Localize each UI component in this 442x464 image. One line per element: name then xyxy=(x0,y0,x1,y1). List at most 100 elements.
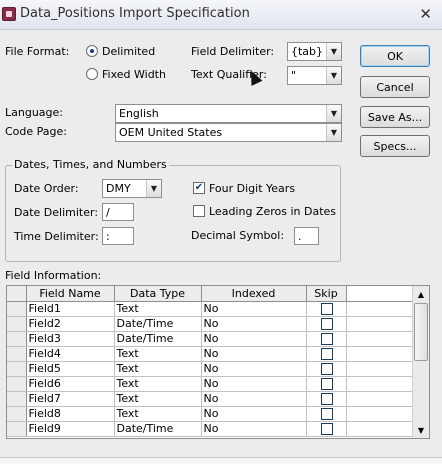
column-header-skip[interactable]: Skip xyxy=(306,286,347,302)
cell-skip[interactable] xyxy=(306,391,347,407)
cell-data-type[interactable]: Text xyxy=(114,361,202,377)
dates-group-label: Dates, Times, and Numbers xyxy=(12,158,169,171)
cell-skip[interactable] xyxy=(306,346,347,362)
cell-skip[interactable] xyxy=(306,421,347,437)
cell-data-type[interactable]: Text xyxy=(114,406,202,422)
cell-data-type[interactable]: Date/Time xyxy=(114,331,202,347)
cell-data-type[interactable]: Date/Time xyxy=(114,421,202,437)
cell-field-name[interactable]: Field1 xyxy=(26,301,115,317)
table-row[interactable]: Field8 Text No xyxy=(7,406,414,422)
four-digit-years-checkbox[interactable]: ✔ xyxy=(193,182,205,194)
chevron-down-icon[interactable]: ▼ xyxy=(326,105,341,122)
row-selector xyxy=(7,421,27,437)
four-digit-years-label[interactable]: Four Digit Years xyxy=(209,182,295,195)
cell-data-type[interactable]: Text xyxy=(114,376,202,392)
table-row[interactable]: Field6 Text No xyxy=(7,376,414,392)
cell-indexed[interactable]: No xyxy=(201,301,307,317)
cell-field-name[interactable]: Field4 xyxy=(26,346,115,362)
cell-skip[interactable] xyxy=(306,406,347,422)
cell-field-name[interactable]: Field9 xyxy=(26,421,115,437)
chevron-down-icon[interactable]: ▼ xyxy=(146,180,161,197)
cell-indexed[interactable]: No xyxy=(201,346,307,362)
delimited-radio[interactable] xyxy=(86,45,98,57)
cell-data-type[interactable]: Text xyxy=(114,301,202,317)
cell-indexed[interactable]: No xyxy=(201,376,307,392)
cell-data-type[interactable]: Text xyxy=(114,346,202,362)
vertical-scrollbar[interactable]: ▲ ▼ xyxy=(412,286,429,438)
text-qualifier-combo[interactable]: " ▼ xyxy=(287,66,342,85)
specs-button[interactable]: Specs... xyxy=(360,135,430,157)
field-information-grid[interactable]: Field Name Data Type Indexed Skip Field1… xyxy=(6,285,430,439)
table-row[interactable]: Field1 Text No xyxy=(7,301,414,317)
column-header-data-type[interactable]: Data Type xyxy=(114,286,202,302)
skip-checkbox[interactable] xyxy=(321,407,333,420)
table-row[interactable]: Field5 Text No xyxy=(7,361,414,377)
table-row[interactable]: Field9 Date/Time No xyxy=(7,421,414,437)
cell-data-type[interactable]: Date/Time xyxy=(114,316,202,332)
cell-blank xyxy=(346,406,414,422)
close-icon[interactable]: ✕ xyxy=(419,5,432,23)
field-information-label: Field Information: xyxy=(5,269,102,282)
skip-checkbox[interactable] xyxy=(321,422,333,435)
save-as-button[interactable]: Save As... xyxy=(360,106,430,128)
cell-indexed[interactable]: No xyxy=(201,421,307,437)
skip-checkbox[interactable] xyxy=(321,377,333,390)
cell-field-name[interactable]: Field7 xyxy=(26,391,115,407)
date-delimiter-input[interactable]: / xyxy=(102,203,134,221)
cell-data-type[interactable]: Text xyxy=(114,391,202,407)
language-combo[interactable]: English ▼ xyxy=(115,104,342,123)
column-header-field-name[interactable]: Field Name xyxy=(26,286,115,302)
skip-checkbox[interactable] xyxy=(321,332,333,345)
cell-indexed[interactable]: No xyxy=(201,316,307,332)
cell-indexed[interactable]: No xyxy=(201,331,307,347)
skip-checkbox[interactable] xyxy=(321,302,333,315)
table-row[interactable]: Field4 Text No xyxy=(7,346,414,362)
cell-indexed[interactable]: No xyxy=(201,361,307,377)
fixed-width-label[interactable]: Fixed Width xyxy=(102,68,166,81)
row-selector xyxy=(7,406,27,422)
cell-indexed[interactable]: No xyxy=(201,391,307,407)
chevron-down-icon[interactable]: ▼ xyxy=(326,124,341,141)
cell-skip[interactable] xyxy=(306,301,347,317)
skip-checkbox[interactable] xyxy=(321,362,333,375)
delimited-label[interactable]: Delimited xyxy=(102,45,155,58)
skip-checkbox[interactable] xyxy=(321,347,333,360)
cancel-button[interactable]: Cancel xyxy=(360,76,430,98)
column-header-indexed[interactable]: Indexed xyxy=(201,286,307,302)
skip-checkbox[interactable] xyxy=(321,392,333,405)
cell-field-name[interactable]: Field3 xyxy=(26,331,115,347)
language-value: English xyxy=(119,107,159,120)
leading-zeros-checkbox[interactable] xyxy=(193,205,205,217)
cell-skip[interactable] xyxy=(306,316,347,332)
cell-field-name[interactable]: Field6 xyxy=(26,376,115,392)
cell-blank xyxy=(346,376,414,392)
scroll-down-icon[interactable]: ▼ xyxy=(413,422,429,438)
field-delimiter-combo[interactable]: {tab} ▼ xyxy=(287,42,342,61)
code-page-combo[interactable]: OEM United States ▼ xyxy=(115,123,342,142)
scrollbar-thumb[interactable] xyxy=(414,303,428,361)
cell-field-name[interactable]: Field5 xyxy=(26,361,115,377)
field-delimiter-value: {tab} xyxy=(291,45,324,58)
cell-skip[interactable] xyxy=(306,361,347,377)
row-selector xyxy=(7,361,27,377)
fixed-width-radio[interactable] xyxy=(86,68,98,80)
ok-button[interactable]: OK xyxy=(360,45,430,67)
cell-skip[interactable] xyxy=(306,331,347,347)
decimal-symbol-input[interactable]: . xyxy=(294,227,319,245)
leading-zeros-label[interactable]: Leading Zeros in Dates xyxy=(209,205,336,218)
cell-field-name[interactable]: Field8 xyxy=(26,406,115,422)
cell-indexed[interactable]: No xyxy=(201,406,307,422)
cell-field-name[interactable]: Field2 xyxy=(26,316,115,332)
table-row[interactable]: Field2 Date/Time No xyxy=(7,316,414,332)
chevron-down-icon[interactable]: ▼ xyxy=(326,43,341,60)
table-row[interactable]: Field7 Text No xyxy=(7,391,414,407)
cell-skip[interactable] xyxy=(306,376,347,392)
date-order-combo[interactable]: DMY ▼ xyxy=(102,179,162,198)
chevron-down-icon[interactable]: ▼ xyxy=(326,67,341,84)
row-selector-header xyxy=(7,286,27,302)
skip-checkbox[interactable] xyxy=(321,317,333,330)
scroll-up-icon[interactable]: ▲ xyxy=(413,286,429,302)
time-delimiter-input[interactable]: : xyxy=(102,227,134,245)
cell-blank xyxy=(346,316,414,332)
table-row[interactable]: Field3 Date/Time No xyxy=(7,331,414,347)
